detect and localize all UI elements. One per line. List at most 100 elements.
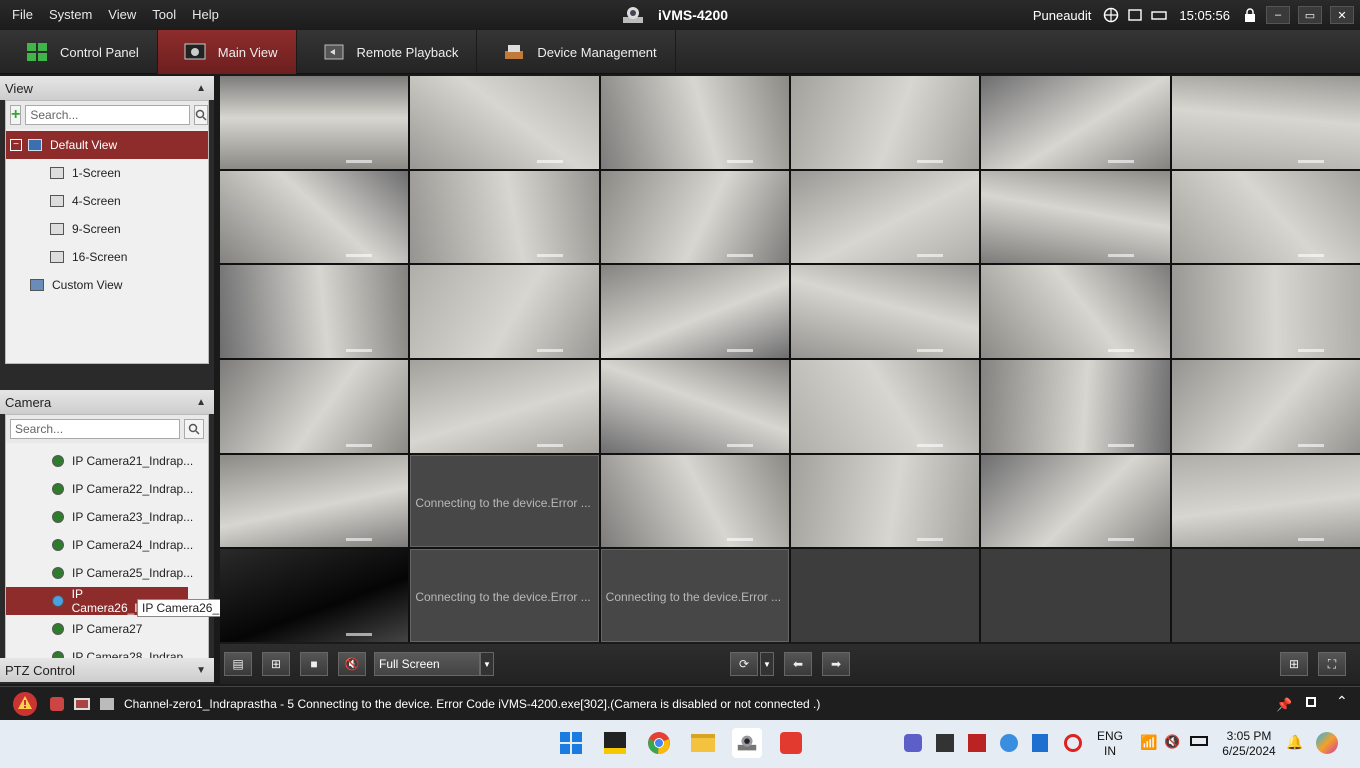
search-icon[interactable] (194, 105, 209, 125)
camera-feed-cell[interactable] (1171, 265, 1360, 358)
camera-feed-cell[interactable] (220, 359, 409, 453)
tree-default-view[interactable]: − Default View (6, 131, 208, 159)
camera-feed-cell[interactable] (790, 76, 980, 169)
camera-feed-cell[interactable] (981, 359, 1170, 453)
volume-mute-icon[interactable]: 🔇 (1164, 734, 1180, 750)
view-search-input[interactable] (25, 105, 191, 125)
menu-view[interactable]: View (100, 0, 144, 30)
camera-feed-cell[interactable] (790, 359, 980, 453)
tree-16-screen[interactable]: 16-Screen (6, 243, 208, 271)
teams-icon[interactable] (904, 734, 922, 752)
refresh-dropdown-icon[interactable]: ▼ (760, 652, 774, 676)
lock-icon[interactable] (1242, 7, 1258, 23)
restore-button[interactable]: ▭ (1298, 6, 1322, 24)
camera-feed-cell[interactable] (410, 76, 599, 169)
menu-tool[interactable]: Tool (144, 0, 184, 30)
stop-all-button[interactable]: ■ (300, 652, 328, 676)
camera-feed-cell[interactable] (410, 265, 599, 358)
camera-feed-cell[interactable] (220, 454, 409, 548)
tab-device-management[interactable]: Device Management (477, 30, 676, 74)
battery-icon[interactable] (1190, 736, 1208, 746)
camera-feed-cell[interactable] (600, 76, 789, 169)
record-icon[interactable] (1064, 734, 1082, 752)
camera-item[interactable]: IP Camera23_Indrap... (6, 503, 208, 531)
next-page-button[interactable]: ➡ (822, 652, 850, 676)
camera-feed-cell[interactable] (410, 170, 599, 264)
fullscreen-button[interactable]: ⛶ (1318, 652, 1346, 676)
camera-search-input[interactable] (10, 419, 180, 439)
save-view-button[interactable]: ▤ (224, 652, 252, 676)
camera-item[interactable]: IP Camera24_Indrap... (6, 531, 208, 559)
menu-help[interactable]: Help (184, 0, 227, 30)
camera-feed-cell[interactable] (220, 265, 409, 358)
monitor-icon[interactable] (74, 697, 90, 710)
tray-app-icon[interactable] (968, 734, 986, 752)
empty-camera-cell[interactable] (981, 549, 1170, 642)
empty-camera-cell[interactable] (790, 549, 980, 642)
language-indicator[interactable]: ENG IN (1094, 729, 1126, 759)
camera-item[interactable]: IP Camera25_Indrap... (6, 559, 208, 587)
view-panel-header[interactable]: View ▲ (0, 76, 214, 100)
camera-feed-cell[interactable] (981, 170, 1170, 264)
chrome-icon[interactable] (644, 728, 674, 758)
globe-icon[interactable] (1103, 7, 1119, 23)
camera-feed-cell[interactable] (790, 170, 980, 264)
camera-error-cell[interactable]: Connecting to the device.Error ... (600, 549, 789, 642)
ptz-panel-header[interactable]: PTZ Control ▼ (0, 658, 214, 682)
tab-control-panel[interactable]: Control Panel (0, 30, 158, 74)
dropdown-arrow-icon[interactable]: ▼ (480, 652, 494, 676)
camera-feed-cell[interactable] (600, 265, 789, 358)
camera-item[interactable]: IP Camera21_Indrap... (6, 447, 208, 475)
collapse-icon[interactable]: − (10, 139, 22, 151)
tree-1-screen[interactable]: 1-Screen (6, 159, 208, 187)
refresh-button[interactable]: ⟳ (730, 652, 758, 676)
camera-feed-cell[interactable] (981, 265, 1170, 358)
camera-feed-cell[interactable] (1171, 76, 1360, 169)
maximize-log-icon[interactable] (1306, 697, 1316, 707)
tab-main-view[interactable]: Main View (157, 30, 297, 74)
search-icon[interactable] (184, 419, 204, 439)
close-button[interactable]: ✕ (1330, 6, 1354, 24)
camera-feed-cell[interactable] (600, 454, 789, 548)
notification-bell-icon[interactable]: 🔔 (1286, 734, 1303, 751)
expand-up-icon[interactable]: ⌃ (1336, 693, 1348, 710)
camera-feed-cell[interactable] (790, 454, 980, 548)
tree-4-screen[interactable]: 4-Screen (6, 187, 208, 215)
display-mode-select[interactable]: Full Screen ▼ (374, 652, 494, 676)
defender-icon[interactable] (1032, 734, 1048, 752)
sticky-notes-icon[interactable] (600, 728, 630, 758)
camera-feed-cell[interactable] (600, 170, 789, 264)
file-explorer-icon[interactable] (688, 728, 718, 758)
camera-feed-cell[interactable] (790, 265, 980, 358)
wps-office-icon[interactable] (776, 728, 806, 758)
camera-feed-cell[interactable] (1171, 454, 1360, 548)
camera-feed-cell[interactable] (220, 76, 409, 169)
alarm-warning-icon[interactable] (12, 691, 38, 717)
camera-item[interactable]: IP Camera27 (6, 615, 208, 643)
previous-page-button[interactable]: ⬅ (784, 652, 812, 676)
chevron-up-icon[interactable]: ▲ (196, 397, 206, 408)
tray-sync-icon[interactable] (1000, 734, 1018, 752)
tree-9-screen[interactable]: 9-Screen (6, 215, 208, 243)
windows-start-icon[interactable] (556, 728, 586, 758)
camera-feed-cell[interactable] (220, 170, 409, 264)
wifi-icon[interactable]: 📶 (1140, 734, 1157, 751)
chevron-up-icon[interactable]: ▲ (196, 83, 206, 94)
camera-feed-cell[interactable] (410, 359, 599, 453)
pin-icon[interactable]: 📌 (1276, 697, 1292, 713)
alarm-event-icon[interactable] (50, 696, 64, 711)
audio-off-icon[interactable] (100, 697, 114, 710)
camera-feed-cell[interactable] (1171, 170, 1360, 264)
camera-feed-cell[interactable] (600, 359, 789, 453)
tab-remote-playback[interactable]: Remote Playback (297, 30, 478, 74)
camera-error-cell[interactable]: Connecting to the device.Error ... (410, 549, 599, 642)
minimize-button[interactable]: – (1266, 6, 1290, 24)
window-division-button[interactable]: ⊞ (1280, 652, 1308, 676)
menu-system[interactable]: System (41, 0, 100, 30)
camera-feed-cell[interactable] (981, 454, 1170, 548)
camera-error-cell[interactable]: Connecting to the device.Error ... (410, 454, 599, 548)
mute-button[interactable]: 🔇 (338, 652, 366, 676)
camera-panel-header[interactable]: Camera ▲ (0, 390, 214, 414)
camera-feed-cell[interactable] (1171, 359, 1360, 453)
camera-feed-cell[interactable] (220, 549, 409, 642)
